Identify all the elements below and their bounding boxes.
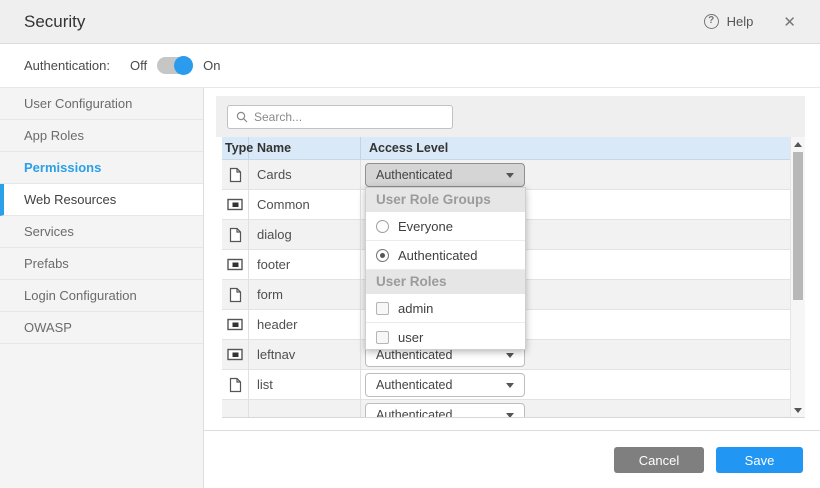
sidebar-item-owasp[interactable]: OWASP: [0, 312, 203, 344]
name-cell: header: [249, 310, 361, 339]
col-header-name: Name: [249, 137, 361, 159]
sidebar-item-web-resources[interactable]: Web Resources: [0, 184, 203, 216]
authentication-label: Authentication:: [24, 58, 110, 73]
name-cell: leftnav: [249, 340, 361, 369]
col-header-type: Type: [222, 137, 249, 159]
authentication-row: Authentication: Off On: [0, 44, 820, 88]
partial-icon: [227, 258, 243, 271]
access-level-value: Authenticated: [376, 378, 452, 392]
partial-icon: [227, 318, 243, 331]
type-cell: [222, 160, 249, 189]
titlebar: Security ? Help ✕: [0, 0, 820, 44]
option-label: user: [398, 330, 423, 345]
help-icon[interactable]: ?: [704, 14, 719, 29]
footer: Cancel Save: [204, 430, 820, 488]
type-cell: [222, 220, 249, 249]
grid-toolbar: Search...: [216, 96, 805, 137]
access-level-select[interactable]: Authenticated: [365, 163, 525, 187]
name-cell: form: [249, 280, 361, 309]
security-dialog: Security ? Help ✕ Authentication: Off On…: [0, 0, 820, 488]
option-label: admin: [398, 301, 433, 316]
type-cell: [222, 250, 249, 279]
close-icon[interactable]: ✕: [783, 13, 796, 31]
access-level-value: Authenticated: [376, 408, 452, 418]
partial-icon: [227, 348, 243, 361]
access-level-value: Authenticated: [376, 348, 452, 362]
chevron-down-icon: [506, 383, 514, 388]
type-cell: [222, 280, 249, 309]
access-level-select[interactable]: Authenticated: [365, 373, 525, 397]
table-scrollbar[interactable]: [790, 137, 805, 417]
dropdown-group-header: User Role Groups: [366, 188, 525, 212]
name-cell: list: [249, 370, 361, 399]
sidebar-item-app-roles[interactable]: App Roles: [0, 120, 203, 152]
scroll-up-icon[interactable]: [791, 137, 805, 151]
help-link[interactable]: Help: [727, 14, 754, 29]
partial-icon: [227, 198, 243, 211]
dropdown-option-user[interactable]: user: [366, 323, 525, 350]
access-level-cell: Authenticated: [361, 400, 790, 418]
page-title: Security: [24, 12, 85, 32]
type-cell: [222, 190, 249, 219]
access-level-value: Authenticated: [376, 168, 452, 182]
dropdown-group-options: Everyone Authenticated: [366, 212, 525, 270]
option-label: Everyone: [398, 219, 453, 234]
page-icon: [229, 227, 242, 243]
col-header-access-level: Access Level: [361, 137, 790, 159]
chevron-down-icon: [506, 173, 514, 178]
table-header: Type Name Access Level: [222, 137, 805, 160]
dropdown-roles-header: User Roles: [366, 270, 525, 294]
chevron-down-icon: [506, 413, 514, 418]
toggle-off-label: Off: [130, 58, 147, 73]
table-row: Cards Authenticated: [222, 160, 790, 190]
type-cell: [222, 310, 249, 339]
sidebar-item-login-configuration[interactable]: Login Configuration: [0, 280, 203, 312]
radio-checked-icon: [376, 249, 389, 262]
save-button[interactable]: Save: [716, 447, 803, 473]
sidebar-item-services[interactable]: Services: [0, 216, 203, 248]
name-cell: [249, 400, 361, 418]
option-label: Authenticated: [398, 248, 478, 263]
sidebar-item-prefabs[interactable]: Prefabs: [0, 248, 203, 280]
sidebar-item-user-configuration[interactable]: User Configuration: [0, 88, 203, 120]
radio-unchecked-icon: [376, 220, 389, 233]
chevron-down-icon: [506, 353, 514, 358]
access-level-dropdown-panel: User Role Groups Everyone Authenticated U…: [365, 187, 526, 350]
scroll-down-icon[interactable]: [791, 403, 805, 417]
page-icon: [229, 287, 242, 303]
toggle-on-label: On: [203, 58, 220, 73]
dropdown-option-authenticated[interactable]: Authenticated: [366, 241, 525, 270]
name-cell: Common: [249, 190, 361, 219]
dropdown-role-options: admin user: [366, 294, 525, 350]
type-cell: [222, 340, 249, 369]
dropdown-option-admin[interactable]: admin: [366, 294, 525, 323]
sidebar-item-permissions[interactable]: Permissions: [0, 152, 203, 184]
scrollbar-thumb[interactable]: [793, 152, 803, 300]
access-level-cell: Authenticated: [361, 160, 790, 189]
authentication-toggle[interactable]: [157, 57, 193, 74]
table-row: list Authenticated: [222, 370, 790, 400]
access-level-select[interactable]: Authenticated: [365, 403, 525, 418]
cancel-button[interactable]: Cancel: [614, 447, 704, 473]
sidebar: User ConfigurationApp RolesPermissionsWe…: [0, 88, 204, 488]
checkbox-unchecked-icon: [376, 302, 389, 315]
search-input[interactable]: Search...: [227, 105, 453, 129]
page-icon: [229, 377, 242, 393]
name-cell: dialog: [249, 220, 361, 249]
search-placeholder: Search...: [254, 110, 302, 124]
toggle-knob: [174, 56, 193, 75]
search-icon: [236, 111, 248, 123]
checkbox-unchecked-icon: [376, 331, 389, 344]
type-cell: [222, 400, 249, 418]
dropdown-option-everyone[interactable]: Everyone: [366, 212, 525, 241]
name-cell: Cards: [249, 160, 361, 189]
table-row: Authenticated: [222, 400, 790, 418]
type-cell: [222, 370, 249, 399]
name-cell: footer: [249, 250, 361, 279]
page-icon: [229, 167, 242, 183]
access-level-cell: Authenticated: [361, 370, 790, 399]
